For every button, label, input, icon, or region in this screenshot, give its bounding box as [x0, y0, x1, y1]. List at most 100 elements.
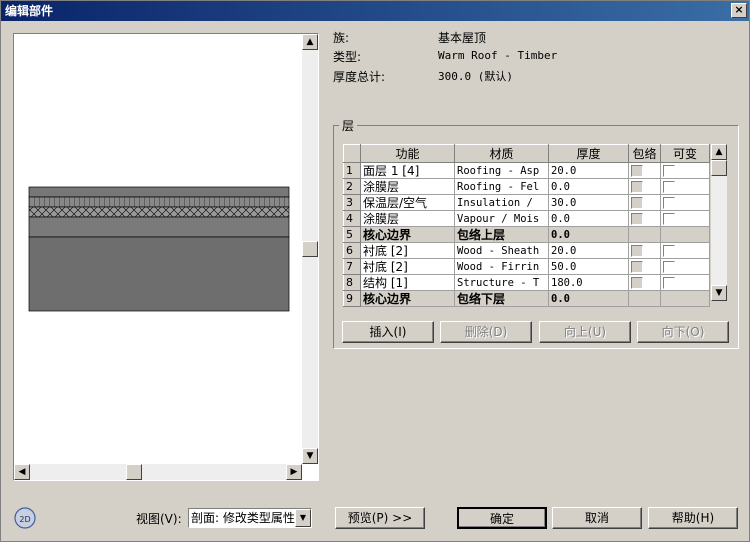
wrap-checkbox[interactable]: [631, 277, 643, 289]
cell-thickness[interactable]: 0.0: [548, 178, 629, 195]
cell-function[interactable]: 结构 [1]: [360, 274, 455, 291]
variable-checkbox[interactable]: [663, 197, 675, 209]
preview-horizontal-scrollbar[interactable]: ◀ ▶: [14, 464, 302, 480]
layer-felt-pattern: [29, 197, 289, 207]
type-label: 类型:: [333, 50, 362, 64]
chevron-down-icon[interactable]: ▼: [295, 509, 311, 527]
cell-material[interactable]: 包络上层: [454, 226, 549, 243]
table-row[interactable]: 2 涂膜层 Roofing - Fel 0.0: [343, 178, 710, 195]
cell-function[interactable]: 面层 1 [4]: [360, 162, 455, 179]
table-row[interactable]: 4 涂膜层 Vapour / Mois 0.0: [343, 210, 710, 227]
wrap-checkbox[interactable]: [631, 165, 643, 177]
view-select[interactable]: 剖面: 修改类型属性 ▼: [188, 508, 312, 528]
cell-material[interactable]: Roofing - Asp: [454, 162, 549, 179]
variable-checkbox[interactable]: [663, 165, 675, 177]
table-row[interactable]: 5 核心边界 包络上层 0.0: [343, 226, 710, 243]
cell-function[interactable]: 核心边界: [360, 290, 455, 307]
move-up-button[interactable]: 向上(U): [539, 321, 631, 343]
cell-material[interactable]: Wood - Firrin: [454, 258, 549, 275]
cell-variable: [660, 290, 710, 307]
cell-function[interactable]: 衬底 [2]: [360, 258, 455, 275]
row-index: 7: [343, 258, 361, 275]
variable-checkbox[interactable]: [663, 245, 675, 257]
cell-variable: [660, 274, 710, 291]
close-icon: ×: [734, 3, 744, 16]
table-row[interactable]: 3 保温层/空气 Insulation /30.0: [343, 194, 710, 211]
cell-material[interactable]: Roofing - Fel: [454, 178, 549, 195]
table-row[interactable]: 1 面层 1 [4] Roofing - Asp 20.0: [343, 162, 710, 179]
variable-checkbox[interactable]: [663, 261, 675, 273]
cell-thickness[interactable]: 50.0: [548, 258, 629, 275]
cell-function[interactable]: 涂膜层: [360, 210, 455, 227]
cell-wrap: [628, 274, 661, 291]
table-row[interactable]: 6 衬底 [2] Wood - Sheath 20.0: [343, 242, 710, 259]
cell-thickness[interactable]: 30.0: [548, 194, 629, 211]
column-header-variable[interactable]: 可变: [660, 144, 710, 163]
cell-function[interactable]: 保温层/空气: [360, 194, 455, 211]
close-button[interactable]: ×: [731, 3, 747, 18]
cancel-button[interactable]: 取消: [552, 507, 642, 529]
column-header-material[interactable]: 材质: [454, 144, 549, 163]
scroll-up-icon[interactable]: ▲: [711, 144, 727, 160]
column-header-function[interactable]: 功能: [360, 144, 455, 163]
table-row[interactable]: 7 衬底 [2] Wood - Firrin 50.0: [343, 258, 710, 275]
cell-variable: [660, 194, 710, 211]
wrap-checkbox[interactable]: [631, 197, 643, 209]
wrap-checkbox[interactable]: [631, 181, 643, 193]
cell-material[interactable]: Insulation /: [454, 194, 549, 211]
view-label: 视图(V):: [136, 512, 182, 526]
cell-wrap: [628, 178, 661, 195]
row-index: 2: [343, 178, 361, 195]
cell-thickness[interactable]: 20.0: [548, 162, 629, 179]
layers-table[interactable]: 功能 材质 厚度 包络 可变 1 面层 1 [4] Roofing - Asp 20.…: [343, 144, 710, 307]
cell-material[interactable]: Structure - T: [454, 274, 549, 291]
variable-checkbox[interactable]: [663, 213, 675, 225]
variable-checkbox[interactable]: [663, 181, 675, 193]
toggle-2d-icon[interactable]: 2D: [13, 506, 37, 530]
cell-variable: [660, 178, 710, 195]
help-button[interactable]: 帮助(H): [648, 507, 738, 529]
table-row[interactable]: 9 核心边界 包络下层 0.0: [343, 290, 710, 307]
preview-button[interactable]: 预览(P) >>: [335, 507, 425, 529]
column-header-thickness[interactable]: 厚度: [548, 144, 629, 163]
preview-v-scroll-thumb[interactable]: [302, 241, 318, 257]
preview-h-scroll-thumb[interactable]: [126, 464, 142, 480]
scroll-down-icon[interactable]: ▼: [302, 448, 318, 464]
delete-button[interactable]: 删除(D): [440, 321, 532, 343]
column-header-wrap[interactable]: 包络: [628, 144, 661, 163]
wrap-checkbox[interactable]: [631, 245, 643, 257]
row-index: 1: [343, 162, 361, 179]
cell-wrap: [628, 258, 661, 275]
layer-structure: [28, 236, 290, 312]
cell-function[interactable]: 衬底 [2]: [360, 242, 455, 259]
cell-thickness[interactable]: 20.0: [548, 242, 629, 259]
cell-thickness[interactable]: 180.0: [548, 274, 629, 291]
roof-section-preview: [28, 186, 290, 312]
row-index: 6: [343, 242, 361, 259]
wrap-checkbox[interactable]: [631, 261, 643, 273]
insert-button[interactable]: 插入(I): [342, 321, 434, 343]
cell-thickness[interactable]: 0.0: [548, 290, 629, 307]
cell-function[interactable]: 核心边界: [360, 226, 455, 243]
cell-thickness[interactable]: 0.0: [548, 226, 629, 243]
cell-material[interactable]: Wood - Sheath: [454, 242, 549, 259]
scroll-left-icon[interactable]: ◀: [14, 464, 30, 480]
ok-button[interactable]: 确定: [457, 507, 547, 529]
scroll-up-icon[interactable]: ▲: [302, 34, 318, 50]
scroll-right-icon[interactable]: ▶: [286, 464, 302, 480]
preview-vertical-scrollbar[interactable]: ▲ ▼: [302, 34, 318, 464]
cell-variable: [660, 258, 710, 275]
cell-material[interactable]: 包络下层: [454, 290, 549, 307]
cell-function[interactable]: 涂膜层: [360, 178, 455, 195]
cell-material[interactable]: Vapour / Mois: [454, 210, 549, 227]
preview-panel[interactable]: ▲ ▼ ◀ ▶: [13, 33, 319, 481]
wrap-checkbox[interactable]: [631, 213, 643, 225]
cell-thickness[interactable]: 0.0: [548, 210, 629, 227]
move-down-button[interactable]: 向下(O): [637, 321, 729, 343]
cell-wrap: [628, 290, 661, 307]
scroll-down-icon[interactable]: ▼: [711, 285, 727, 301]
table-row[interactable]: 8 结构 [1] Structure - T 180.0: [343, 274, 710, 291]
layers-scroll-thumb[interactable]: [711, 160, 727, 176]
variable-checkbox[interactable]: [663, 277, 675, 289]
layers-vertical-scrollbar[interactable]: ▲ ▼: [711, 144, 727, 301]
